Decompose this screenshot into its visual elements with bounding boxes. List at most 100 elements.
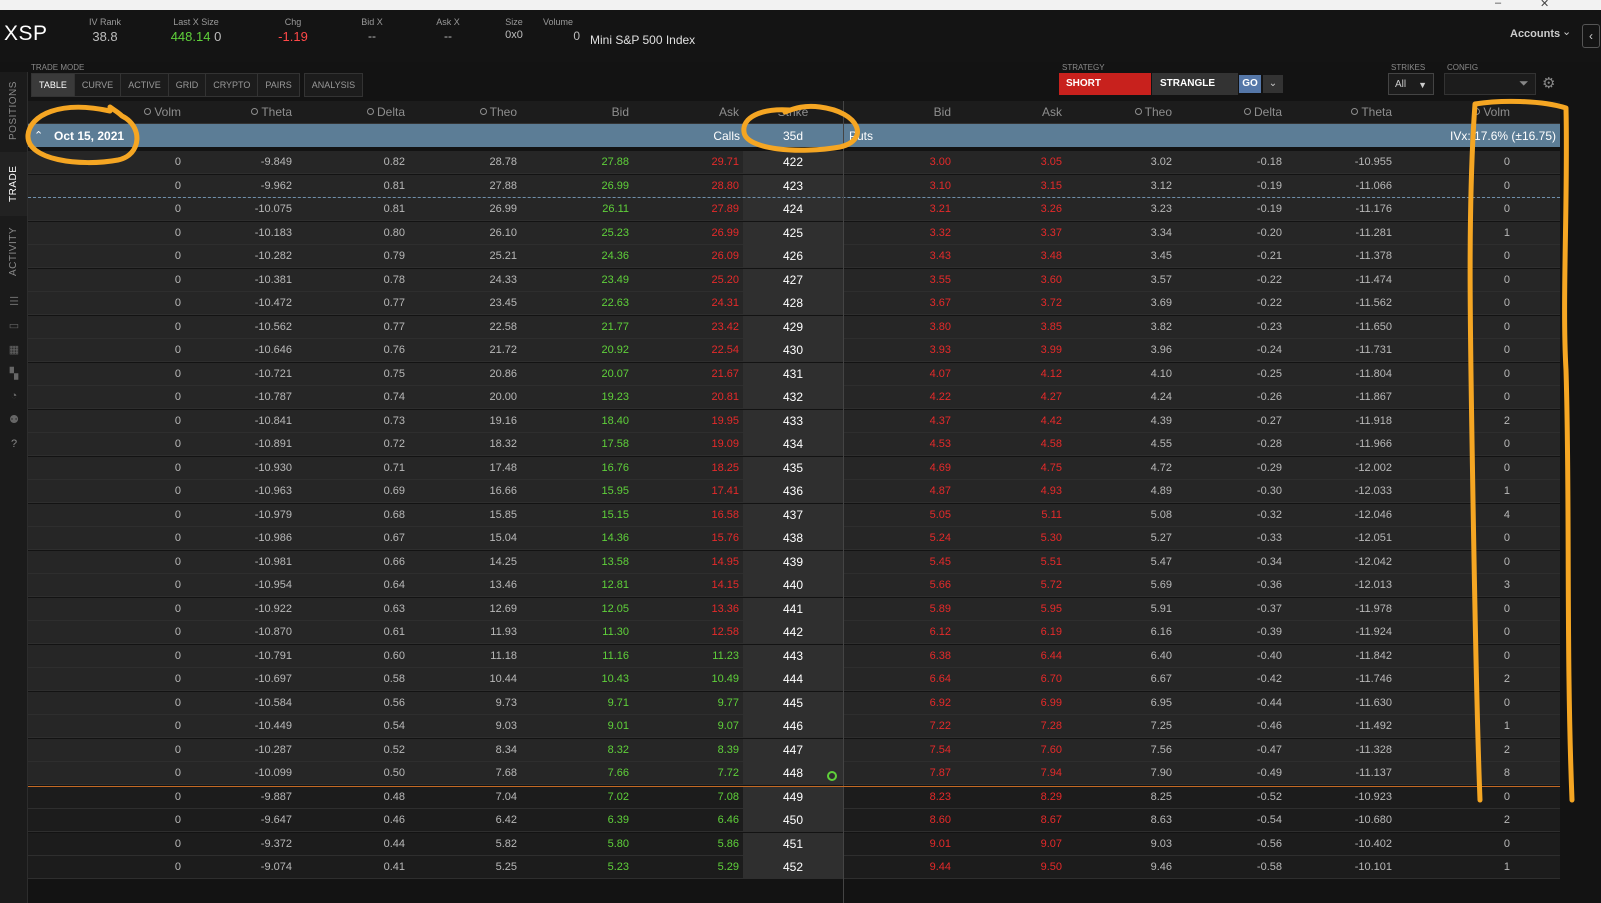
put-bid-cell[interactable]: 7.22 xyxy=(848,715,951,738)
table-row[interactable]: 0 -9.962 0.81 27.88 26.99 28.80 423 3.10 3.15 3.1… xyxy=(28,174,1560,198)
table-row[interactable]: 0 -10.981 0.66 14.25 13.58 14.95 439 5.45 5.51 5.… xyxy=(28,550,1560,574)
table-row[interactable]: 0 -10.381 0.78 24.33 23.49 25.20 427 3.55 3.60 3.… xyxy=(28,268,1560,292)
put-ask-cell[interactable]: 5.11 xyxy=(958,504,1062,527)
call-ask-cell[interactable]: 10.49 xyxy=(668,668,739,691)
col-put-ask[interactable]: Ask xyxy=(958,101,1062,123)
put-ask-cell[interactable]: 3.48 xyxy=(958,245,1062,268)
table-row[interactable]: 0 -10.721 0.75 20.86 20.07 21.67 431 4.07 4.12 4.… xyxy=(28,362,1560,386)
table-row[interactable]: 0 -9.074 0.41 5.25 5.23 5.29 452 9.44 9.50 9.46 -0… xyxy=(28,856,1560,879)
strategy-side-button[interactable]: SHORT xyxy=(1059,73,1151,95)
tab-pairs[interactable]: PAIRS xyxy=(257,73,300,97)
put-ask-cell[interactable]: 5.51 xyxy=(958,551,1062,574)
put-ask-cell[interactable]: 8.67 xyxy=(958,809,1062,832)
put-bid-cell[interactable]: 4.69 xyxy=(848,457,951,480)
put-ask-cell[interactable]: 4.12 xyxy=(958,363,1062,386)
put-ask-cell[interactable]: 9.50 xyxy=(958,856,1062,879)
tab-active[interactable]: ACTIVE xyxy=(120,73,168,97)
call-bid-cell[interactable]: 15.15 xyxy=(558,504,629,527)
put-bid-cell[interactable]: 3.43 xyxy=(848,245,951,268)
call-bid-cell[interactable]: 9.01 xyxy=(558,715,629,738)
put-bid-cell[interactable]: 7.87 xyxy=(848,762,951,785)
call-bid-cell[interactable]: 5.80 xyxy=(558,833,629,856)
call-ask-cell[interactable]: 20.81 xyxy=(668,386,739,409)
call-bid-cell[interactable]: 8.32 xyxy=(558,739,629,762)
put-ask-cell[interactable]: 5.95 xyxy=(958,598,1062,621)
call-bid-cell[interactable]: 15.95 xyxy=(558,480,629,503)
col-put-delta[interactable]: Delta xyxy=(1178,101,1282,123)
put-bid-cell[interactable]: 5.66 xyxy=(848,574,951,597)
help-icon[interactable]: ? xyxy=(8,438,20,450)
table-row[interactable]: 0 -9.887 0.48 7.04 7.02 7.08 449 8.23 8.29 8.25 -0… xyxy=(28,785,1560,809)
list-icon[interactable]: ☰ xyxy=(8,296,20,308)
call-bid-cell[interactable]: 12.81 xyxy=(558,574,629,597)
filter-icon[interactable]: ⏷ xyxy=(1519,76,1529,91)
table-row[interactable]: 0 -10.930 0.71 17.48 16.76 18.25 435 4.69 4.75 4.… xyxy=(28,456,1560,480)
call-ask-cell[interactable]: 19.09 xyxy=(668,433,739,456)
put-ask-cell[interactable]: 4.75 xyxy=(958,457,1062,480)
accounts-menu[interactable]: Accounts xyxy=(1510,28,1560,40)
put-bid-cell[interactable]: 5.89 xyxy=(848,598,951,621)
put-bid-cell[interactable]: 4.87 xyxy=(848,480,951,503)
call-bid-cell[interactable]: 24.36 xyxy=(558,245,629,268)
call-ask-cell[interactable]: 17.41 xyxy=(668,480,739,503)
call-ask-cell[interactable]: 9.77 xyxy=(668,692,739,715)
put-ask-cell[interactable]: 6.70 xyxy=(958,668,1062,691)
call-ask-cell[interactable]: 23.42 xyxy=(668,316,739,339)
call-ask-cell[interactable]: 7.08 xyxy=(668,786,739,809)
put-bid-cell[interactable]: 4.07 xyxy=(848,363,951,386)
table-row[interactable]: 0 -10.183 0.80 26.10 25.23 26.99 425 3.32 3.37 3.… xyxy=(28,221,1560,245)
put-ask-cell[interactable]: 3.15 xyxy=(958,175,1062,198)
tab-grid[interactable]: GRID xyxy=(167,73,206,97)
put-bid-cell[interactable]: 5.45 xyxy=(848,551,951,574)
call-bid-cell[interactable]: 7.66 xyxy=(558,762,629,785)
call-bid-cell[interactable]: 20.07 xyxy=(558,363,629,386)
put-ask-cell[interactable]: 5.72 xyxy=(958,574,1062,597)
call-bid-cell[interactable]: 21.77 xyxy=(558,316,629,339)
put-ask-cell[interactable]: 4.93 xyxy=(958,480,1062,503)
call-bid-cell[interactable]: 16.76 xyxy=(558,457,629,480)
put-bid-cell[interactable]: 5.24 xyxy=(848,527,951,550)
put-bid-cell[interactable]: 6.64 xyxy=(848,668,951,691)
table-row[interactable]: 0 -10.963 0.69 16.66 15.95 17.41 436 4.87 4.93 4.… xyxy=(28,480,1560,503)
call-bid-cell[interactable]: 26.99 xyxy=(558,175,629,198)
table-row[interactable]: 0 -10.282 0.79 25.21 24.36 26.09 426 3.43 3.48 3.… xyxy=(28,245,1560,268)
col-call-bid[interactable]: Bid xyxy=(558,101,629,123)
call-bid-cell[interactable]: 5.23 xyxy=(558,856,629,879)
call-ask-cell[interactable]: 13.36 xyxy=(668,598,739,621)
table-row[interactable]: 0 -10.099 0.50 7.68 7.66 7.72 448 7.87 7.94 7.90-… xyxy=(28,762,1560,785)
put-ask-cell[interactable]: 4.58 xyxy=(958,433,1062,456)
sidebar-tab-positions[interactable]: POSITIONS xyxy=(0,72,27,150)
symbol-label[interactable]: XSP xyxy=(4,22,48,46)
table-row[interactable]: 0 -10.449 0.54 9.03 9.01 9.07 446 7.22 7.28 7.25 -… xyxy=(28,715,1560,738)
table-row[interactable]: 0 -10.697 0.58 10.44 10.43 10.49 444 6.64 6.70 6.… xyxy=(28,668,1560,691)
briefcase-icon[interactable]: ▭ xyxy=(8,320,20,332)
put-bid-cell[interactable]: 4.53 xyxy=(848,433,951,456)
put-bid-cell[interactable]: 3.00 xyxy=(848,151,951,174)
col-call-theo[interactable]: Theo xyxy=(438,101,517,123)
sidebar-tab-activity[interactable]: ACTIVITY xyxy=(0,218,27,284)
sidebar-tab-trade[interactable]: TRADE xyxy=(0,152,27,216)
tab-analysis[interactable]: ANALYSIS xyxy=(303,73,364,97)
go-button[interactable]: GO xyxy=(1239,75,1261,93)
call-ask-cell[interactable]: 14.95 xyxy=(668,551,739,574)
put-ask-cell[interactable]: 3.72 xyxy=(958,292,1062,315)
call-bid-cell[interactable]: 11.30 xyxy=(558,621,629,644)
put-bid-cell[interactable]: 6.92 xyxy=(848,692,951,715)
table-row[interactable]: 0 -9.372 0.44 5.82 5.80 5.86 451 9.01 9.07 9.03 -0… xyxy=(28,832,1560,856)
put-bid-cell[interactable]: 4.22 xyxy=(848,386,951,409)
call-ask-cell[interactable]: 16.58 xyxy=(668,504,739,527)
table-row[interactable]: 0 -10.841 0.73 19.16 18.40 19.95 433 4.37 4.42 4.… xyxy=(28,409,1560,433)
table-row[interactable]: 0 -9.849 0.82 28.78 27.88 29.71 422 3.00 3.05 3.0… xyxy=(28,151,1560,174)
put-ask-cell[interactable]: 4.27 xyxy=(958,386,1062,409)
chevron-down-icon[interactable]: ⌄ xyxy=(1562,25,1571,38)
table-row[interactable]: 0 -10.870 0.61 11.93 11.30 12.58 442 6.12 6.19 6.… xyxy=(28,621,1560,644)
table-row[interactable]: 0 -9.647 0.46 6.42 6.39 6.46 450 8.60 8.67 8.63 -0… xyxy=(28,809,1560,832)
put-ask-cell[interactable]: 3.05 xyxy=(958,151,1062,174)
put-ask-cell[interactable]: 7.94 xyxy=(958,762,1062,785)
put-bid-cell[interactable]: 5.05 xyxy=(848,504,951,527)
put-ask-cell[interactable]: 3.85 xyxy=(958,316,1062,339)
call-ask-cell[interactable]: 26.99 xyxy=(668,222,739,245)
col-put-theo[interactable]: Theo xyxy=(1068,101,1172,123)
table-row[interactable]: 0 -10.075 0.81 26.99 26.11 27.89 424 3.21 3.26 3.… xyxy=(28,198,1560,221)
put-ask-cell[interactable]: 3.26 xyxy=(958,198,1062,221)
